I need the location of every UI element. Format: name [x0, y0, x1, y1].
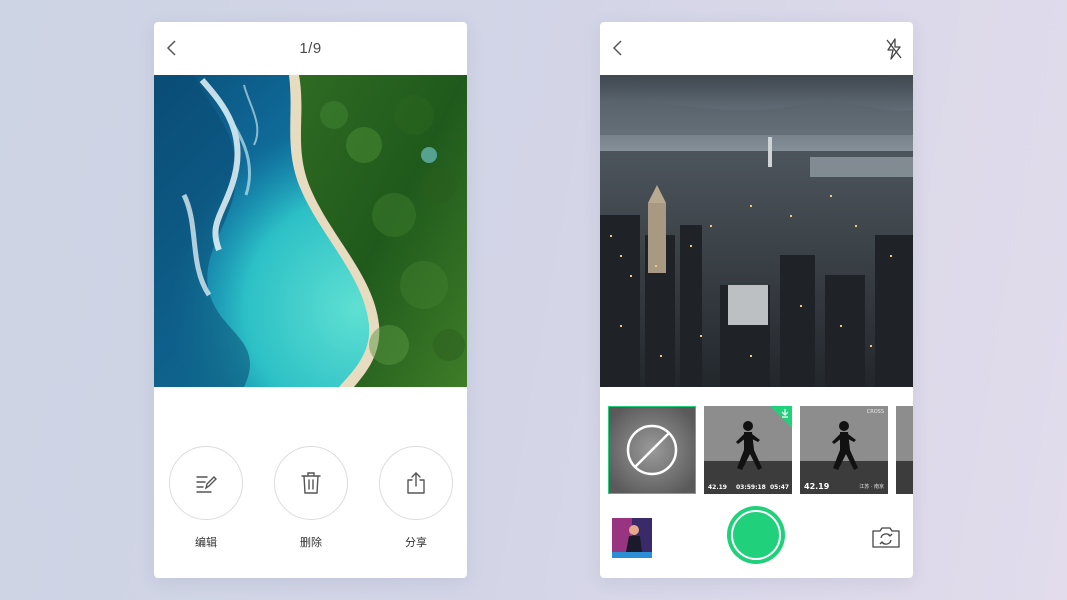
photo-counter: 1/9 [299, 40, 322, 57]
share-button[interactable] [379, 446, 453, 520]
share-action: 分享 [379, 446, 453, 550]
camera-switch-icon [872, 527, 900, 548]
filter-1-duration: 03:59:18 [736, 484, 766, 491]
filter-strip: 42.19 03:59:18 05:47 CROSS 42.19 江苏 · 南京 [608, 406, 913, 494]
filter-1[interactable]: 42.19 03:59:18 05:47 [704, 406, 792, 494]
share-icon [407, 472, 425, 494]
shutter-ring [731, 510, 781, 560]
filter-1-distance: 42.19 [708, 484, 727, 491]
filter-3[interactable] [896, 406, 913, 494]
delete-button[interactable] [274, 446, 348, 520]
delete-action: 删除 [274, 446, 348, 550]
download-badge[interactable] [770, 406, 792, 428]
delete-label: 删除 [300, 536, 322, 549]
switch-camera-button[interactable] [871, 524, 901, 550]
chevron-left-icon [612, 40, 622, 56]
edit-action: 编辑 [169, 446, 243, 550]
city-preview [600, 75, 913, 387]
edit-icon [196, 476, 217, 493]
filter-none[interactable] [608, 406, 696, 494]
filter-2[interactable]: CROSS 42.19 江苏 · 南京 [800, 406, 888, 494]
filter-2-location: 江苏 · 南京 [859, 484, 884, 490]
camera-header [600, 22, 913, 75]
filter-2-distance: 42.19 [804, 482, 830, 491]
viewer-header: 1/9 [154, 22, 467, 75]
trash-icon [301, 472, 321, 494]
edit-label: 编辑 [195, 536, 217, 549]
share-label: 分享 [405, 536, 427, 549]
photo-viewer-screen: 1/9 编辑 删除 分享 [154, 22, 467, 578]
back-button[interactable] [606, 36, 630, 60]
filter-2-corner-text: CROSS [866, 409, 884, 415]
shutter-button[interactable] [727, 506, 785, 564]
flash-toggle[interactable] [881, 36, 907, 62]
beach-aerial-photo [154, 75, 467, 387]
filter-1-pace: 05:47 [770, 484, 790, 491]
flash-off-icon [886, 38, 902, 60]
camera-screen: 42.19 03:59:18 05:47 CROSS 42.19 江苏 · 南京 [600, 22, 913, 578]
edit-button[interactable] [169, 446, 243, 520]
gallery-thumbnail[interactable] [612, 518, 652, 558]
